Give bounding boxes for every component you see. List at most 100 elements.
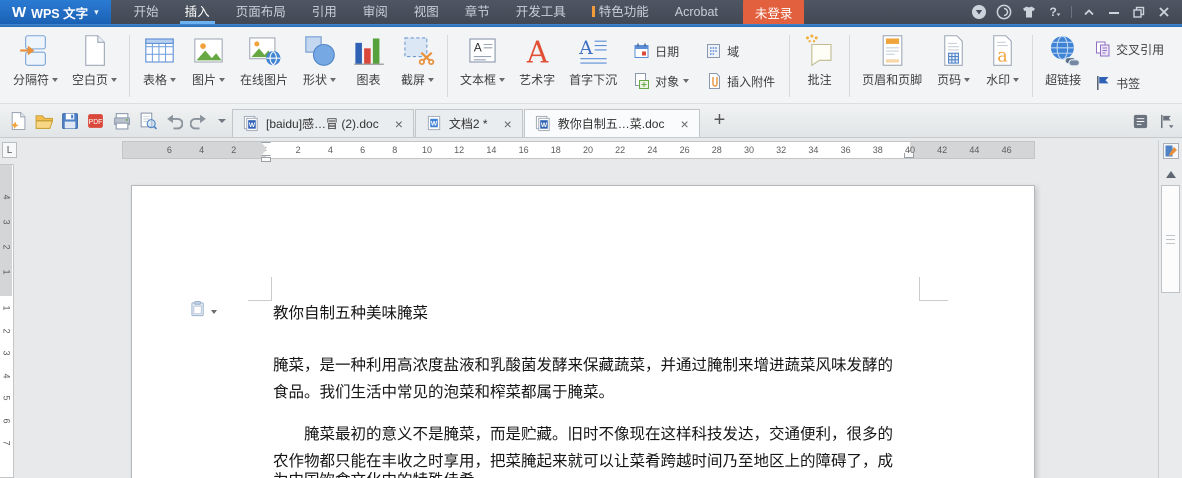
print-button[interactable] [112, 111, 131, 130]
undo-button[interactable] [164, 111, 183, 130]
ribbon-button-表格[interactable]: 表格 [135, 30, 184, 102]
ruler-number: 4 [327, 145, 333, 155]
ribbon-button-label: 首字下沉 [569, 73, 618, 87]
vertical-scrollbar[interactable] [1158, 140, 1182, 478]
close-tab-icon[interactable]: × [395, 117, 403, 131]
ruler-number: 2 [295, 145, 301, 155]
ribbon-button-空白页[interactable]: 空白页 [65, 30, 124, 102]
ribbon-button-域[interactable]: 域 [705, 42, 775, 60]
ruler-number: 18 [550, 145, 561, 155]
ruler-number: 38 [872, 145, 883, 155]
menu-tab-插入[interactable]: 插入 [172, 0, 223, 24]
comment-icon [802, 33, 837, 68]
menu-tab-页面布局[interactable]: 页面布局 [223, 0, 299, 24]
ribbon-button-书签[interactable]: 书签 [1094, 74, 1164, 92]
ruler-number: 6 [166, 145, 172, 155]
tabbar-right-icons [1125, 113, 1182, 137]
ribbon-button-label: 空白页 [72, 71, 118, 88]
feedback-icon[interactable] [996, 4, 1012, 20]
online-picture-icon [247, 33, 282, 68]
export-pdf-button[interactable]: PDF [86, 111, 105, 130]
ribbon-button-label: 艺术字 [519, 73, 556, 87]
ruler-toggle-icon[interactable] [1162, 142, 1180, 160]
minimize-icon[interactable] [1106, 4, 1122, 20]
login-button[interactable]: 未登录 [742, 0, 805, 25]
ribbon-button-页码[interactable]: 页码 [929, 30, 978, 102]
ribbon-button-图片[interactable]: 图片 [184, 30, 233, 102]
redo-button[interactable] [190, 111, 209, 130]
print-preview-icon [138, 111, 157, 130]
close-icon[interactable] [1156, 4, 1172, 20]
ruler-number: 46 [1001, 145, 1012, 155]
new-tab-button[interactable]: + [701, 109, 739, 137]
new-doc-button[interactable] [8, 111, 27, 130]
page[interactable]: 教你自制五种美味腌菜 腌菜，是一种利用高浓度盐液和乳酸菌发酵来保藏蔬菜，并通过腌制… [131, 185, 1035, 478]
menu-tab-Acrobat[interactable]: Acrobat [662, 0, 731, 24]
picture-icon [191, 33, 226, 68]
restore-window-icon[interactable] [1131, 4, 1147, 20]
document-tab-label: 教你自制五…菜.doc [557, 117, 665, 131]
header-footer-icon [875, 33, 910, 68]
ribbon-button-批注[interactable]: 批注 [795, 30, 844, 102]
ribbon-small-stack: 交叉引用 书签 [1088, 30, 1170, 102]
close-tab-icon[interactable]: × [504, 117, 512, 131]
document-tab-label: 文档2 * [448, 117, 488, 131]
save-button[interactable] [60, 111, 79, 130]
menu-tab-特色功能[interactable]: 特色功能 [579, 0, 662, 24]
export-pdf-icon: PDF [86, 111, 105, 130]
wps-v-icon[interactable] [971, 4, 987, 20]
ribbon-button-截屏[interactable]: 截屏 [393, 30, 442, 102]
wps-doc-icon: W [243, 115, 260, 132]
ribbon-button-日期[interactable]: 日期 [633, 42, 689, 60]
ribbon-button-首字下沉[interactable]: A 首字下沉 [562, 30, 624, 102]
menu-tab-视图[interactable]: 视图 [401, 0, 452, 24]
ribbon-group: 批注 [795, 30, 844, 102]
ruler-number: 4 [199, 145, 205, 155]
menu-tab-开始[interactable]: 开始 [121, 0, 172, 24]
flag-menu-icon[interactable] [1158, 113, 1175, 130]
ribbon-button-在线图片[interactable]: 在线图片 [233, 30, 295, 102]
toolbar-menu-caret[interactable] [218, 118, 226, 123]
skin-icon[interactable] [1021, 4, 1037, 20]
close-tab-icon[interactable]: × [680, 117, 688, 131]
margin-mark-right-h [919, 300, 948, 301]
document-tab[interactable]: W [baidu]感…冒 (2).doc × [232, 109, 414, 137]
ruler-number: 3 [1, 350, 12, 356]
menu-tab-章节[interactable]: 章节 [452, 0, 503, 24]
ribbon-button-形状[interactable]: 形状 [295, 30, 344, 102]
ribbon-button-超链接[interactable]: 超链接 [1038, 30, 1088, 102]
document-tab[interactable]: W 教你自制五…菜.doc × [523, 109, 700, 137]
paste-options-button[interactable] [190, 300, 217, 323]
ribbon-button-图表[interactable]: 图表 [344, 30, 393, 102]
ribbon-button-文本框[interactable]: A 文本框 [453, 30, 512, 102]
ribbon-button-插入附件[interactable]: 插入附件 [705, 72, 775, 90]
collapse-ribbon-icon[interactable] [1081, 4, 1097, 20]
horizontal-ruler: 6 4 2 2 4 6 8 10 12 14 16 18 20 22 24 26 28 30 32 34 36 38 40 4… [122, 141, 1035, 162]
svg-text:W: W [431, 120, 438, 127]
chevron-down-icon [330, 77, 337, 82]
menu-tab-开发工具[interactable]: 开发工具 [503, 0, 579, 24]
print-preview-button[interactable] [138, 111, 157, 130]
sidebar-toggle-icon[interactable] [1132, 113, 1149, 130]
chart-icon [351, 33, 386, 68]
ribbon-button-label: 图片 [192, 71, 226, 88]
scroll-up-arrow[interactable] [1166, 171, 1176, 178]
scrollbar-thumb[interactable] [1161, 185, 1180, 293]
ruler-number: 14 [486, 145, 497, 155]
menu-tab-引用[interactable]: 引用 [299, 0, 350, 24]
menu-tab-审阅[interactable]: 审阅 [350, 0, 401, 24]
ribbon-button-分隔符[interactable]: 分隔符 [6, 30, 65, 102]
ribbon-button-对象[interactable]: 对象 [633, 72, 690, 90]
help-icon[interactable]: ? [1046, 4, 1062, 20]
open-folder-button[interactable] [34, 111, 53, 130]
ribbon-button-艺术字[interactable]: A 艺术字 [512, 30, 562, 102]
tab-stop-selector[interactable]: L [2, 142, 17, 158]
chevron-down-icon [52, 77, 59, 82]
save-icon [60, 111, 79, 130]
app-button[interactable]: W WPS 文字 ▾ [0, 0, 111, 24]
ribbon-button-水印[interactable]: a 水印 [978, 30, 1027, 102]
document-tab[interactable]: W 文档2 * × [414, 109, 523, 137]
ribbon-button-交叉引用[interactable]: 交叉引用 [1094, 40, 1164, 58]
shapes-icon [302, 33, 337, 68]
ribbon-button-页眉和页脚[interactable]: 页眉和页脚 [855, 30, 929, 102]
